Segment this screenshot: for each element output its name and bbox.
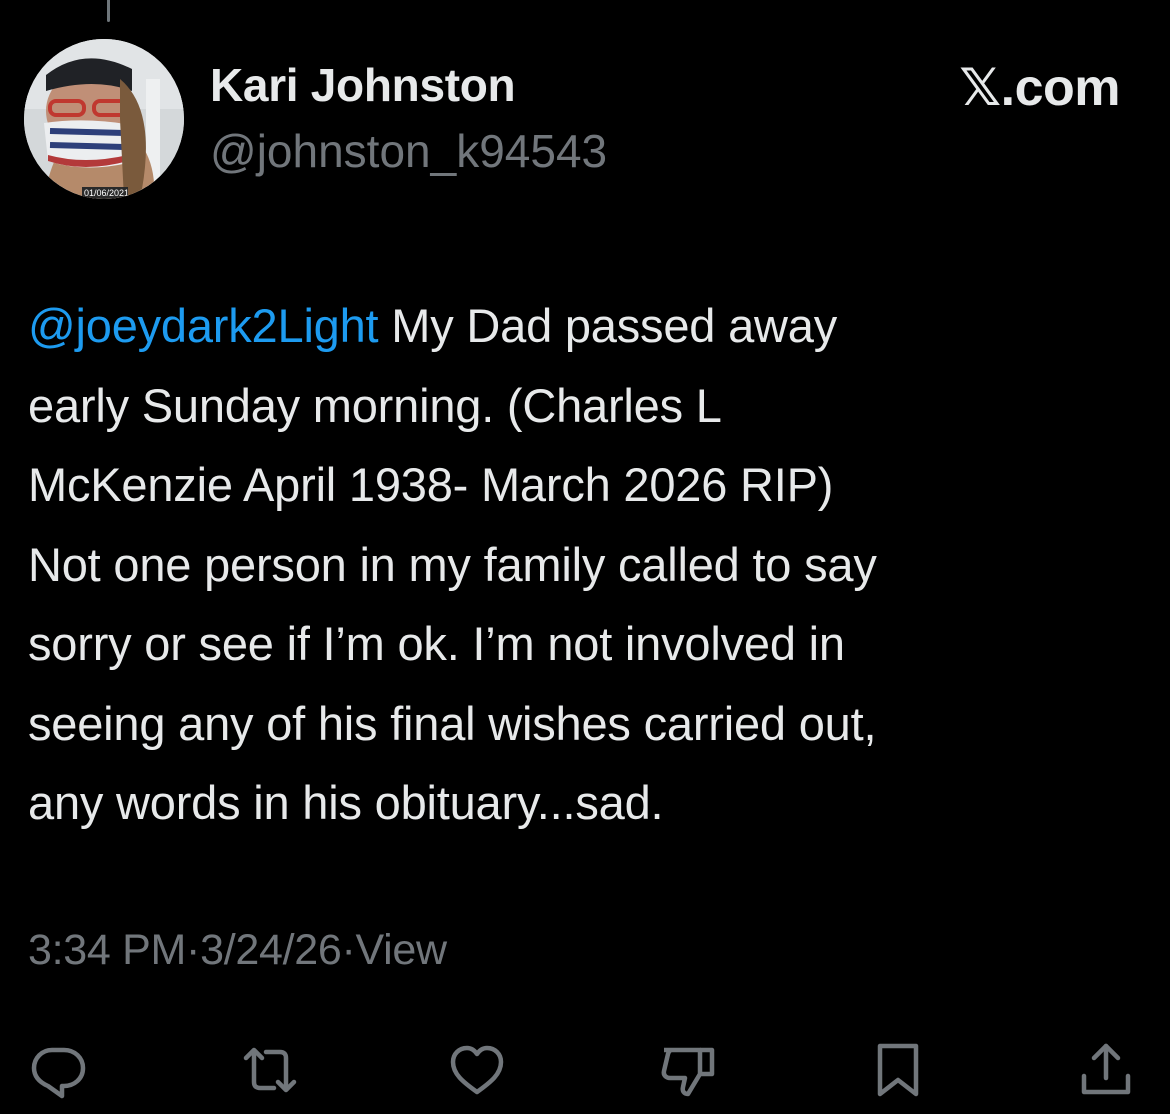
thread-connector-line (107, 0, 110, 22)
retweet-button[interactable] (238, 1038, 302, 1102)
meta-separator: · (186, 926, 201, 974)
tweet-meta: 3:34 PM · 3/24/26 · View (28, 926, 447, 975)
bookmark-button[interactable] (866, 1038, 930, 1102)
avatar[interactable]: 01/06/2021 (24, 39, 184, 199)
tweet-text: @joeydark2Light My Dad passed away early… (28, 286, 1143, 843)
tweet-line-text: My Dad passed away (378, 299, 838, 352)
action-bar (0, 1038, 1170, 1102)
user-handle[interactable]: @johnston_k94543 (210, 124, 607, 178)
tweet-line: McKenzie April 1938- March 2026 RIP) (28, 458, 834, 511)
tweet-line: seeing any of his final wishes carried o… (28, 696, 877, 750)
retweet-icon (243, 1047, 297, 1093)
views-link[interactable]: View (355, 926, 447, 975)
tweet-line: sorry or see if I’m ok. I’m not involved… (28, 617, 845, 670)
tweet-line: any words in his obituary...sad. (28, 776, 664, 829)
tweet-line: @joeydark2Light My Dad passed away (28, 286, 1143, 366)
tweet-line: early Sunday morning. (Charles L (28, 378, 722, 432)
like-icon (450, 1045, 504, 1095)
dislike-icon (661, 1047, 715, 1097)
share-icon (1081, 1043, 1131, 1095)
dislike-button[interactable] (656, 1038, 720, 1102)
avatar-date-overlay: 01/06/2021 (84, 188, 129, 198)
avatar-image: 01/06/2021 (24, 39, 184, 199)
tweet-line: Not one person in my family called to sa… (28, 537, 877, 591)
reply-button[interactable] (26, 1038, 90, 1102)
like-button[interactable] (445, 1038, 509, 1102)
tweet-time[interactable]: 3:34 PM (28, 926, 186, 975)
mention-link[interactable]: @joeydark2Light (28, 299, 379, 352)
reply-icon (31, 1047, 86, 1099)
bookmark-icon (877, 1043, 919, 1097)
x-brand-logo: 𝕏.com (959, 59, 1120, 117)
meta-separator: · (341, 926, 356, 974)
display-name[interactable]: Kari Johnston (210, 58, 516, 112)
tweet-date[interactable]: 3/24/26 (200, 926, 342, 975)
share-button[interactable] (1074, 1038, 1138, 1102)
